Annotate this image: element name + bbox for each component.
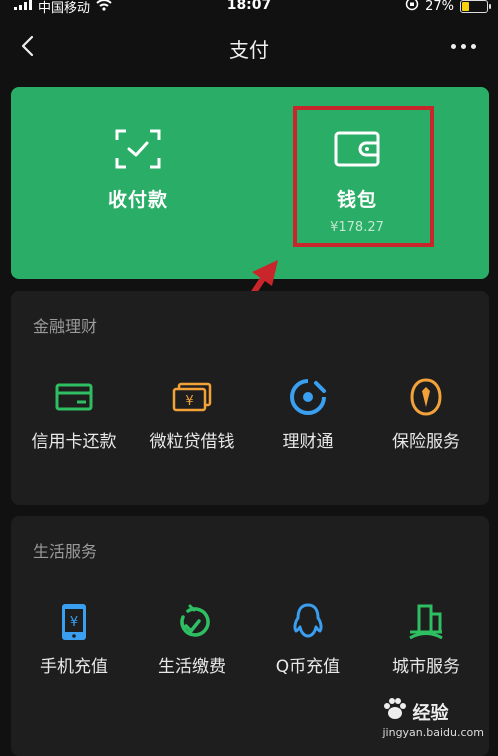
svg-text:¥: ¥ [70, 615, 78, 630]
weilidai-loan-button[interactable]: ¥ 微粒贷借钱 [132, 377, 252, 452]
city-service-icon [366, 602, 486, 642]
section-title: 金融理财 [33, 317, 98, 336]
insurance-icon [366, 377, 486, 417]
finance-section: 金融理财 信用卡还款 ¥ 微粒贷借钱 理财通 保险服务 [11, 291, 489, 505]
page-title: 支付 [229, 38, 269, 62]
svg-text:¥: ¥ [185, 394, 193, 409]
section-title: 生活服务 [33, 542, 98, 561]
city-service-button[interactable]: 城市服务 [366, 602, 486, 677]
loan-icon: ¥ [132, 377, 252, 417]
insurance-service-button[interactable]: 保险服务 [366, 377, 486, 452]
status-bar: 中国移动 18:07 27% [0, 0, 498, 16]
scan-icon [48, 129, 228, 173]
battery-icon [460, 0, 491, 13]
highlight-annotation [293, 106, 434, 247]
credit-card-icon [14, 377, 134, 417]
receive-pay-label: 收付款 [107, 189, 168, 211]
phone-topup-icon: ¥ [14, 602, 134, 642]
orientation-lock-icon [405, 0, 419, 15]
credit-card-repay-button[interactable]: 信用卡还款 [14, 377, 134, 452]
battery-percent: 27% [425, 0, 454, 14]
phone-topup-button[interactable]: ¥ 手机充值 [14, 602, 134, 677]
watermark-brand: 经验 [412, 702, 449, 724]
utility-payment-icon [132, 602, 252, 642]
paw-logo-icon [382, 697, 408, 726]
baidu-jingyan-watermark: 经验 jingyan.baidu.com [382, 697, 484, 739]
qq-coin-topup-button[interactable]: Q币充值 [248, 602, 368, 677]
qq-coin-icon [248, 602, 368, 642]
utility-payment-button[interactable]: 生活缴费 [132, 602, 252, 677]
receive-pay-button[interactable]: 收付款 [48, 129, 228, 212]
watermark-url: jingyan.baidu.com [382, 726, 484, 739]
more-button[interactable] [451, 44, 476, 49]
licaitong-button[interactable]: 理财通 [248, 377, 368, 452]
wealth-icon [248, 377, 368, 417]
nav-bar: 支付 [0, 22, 498, 72]
